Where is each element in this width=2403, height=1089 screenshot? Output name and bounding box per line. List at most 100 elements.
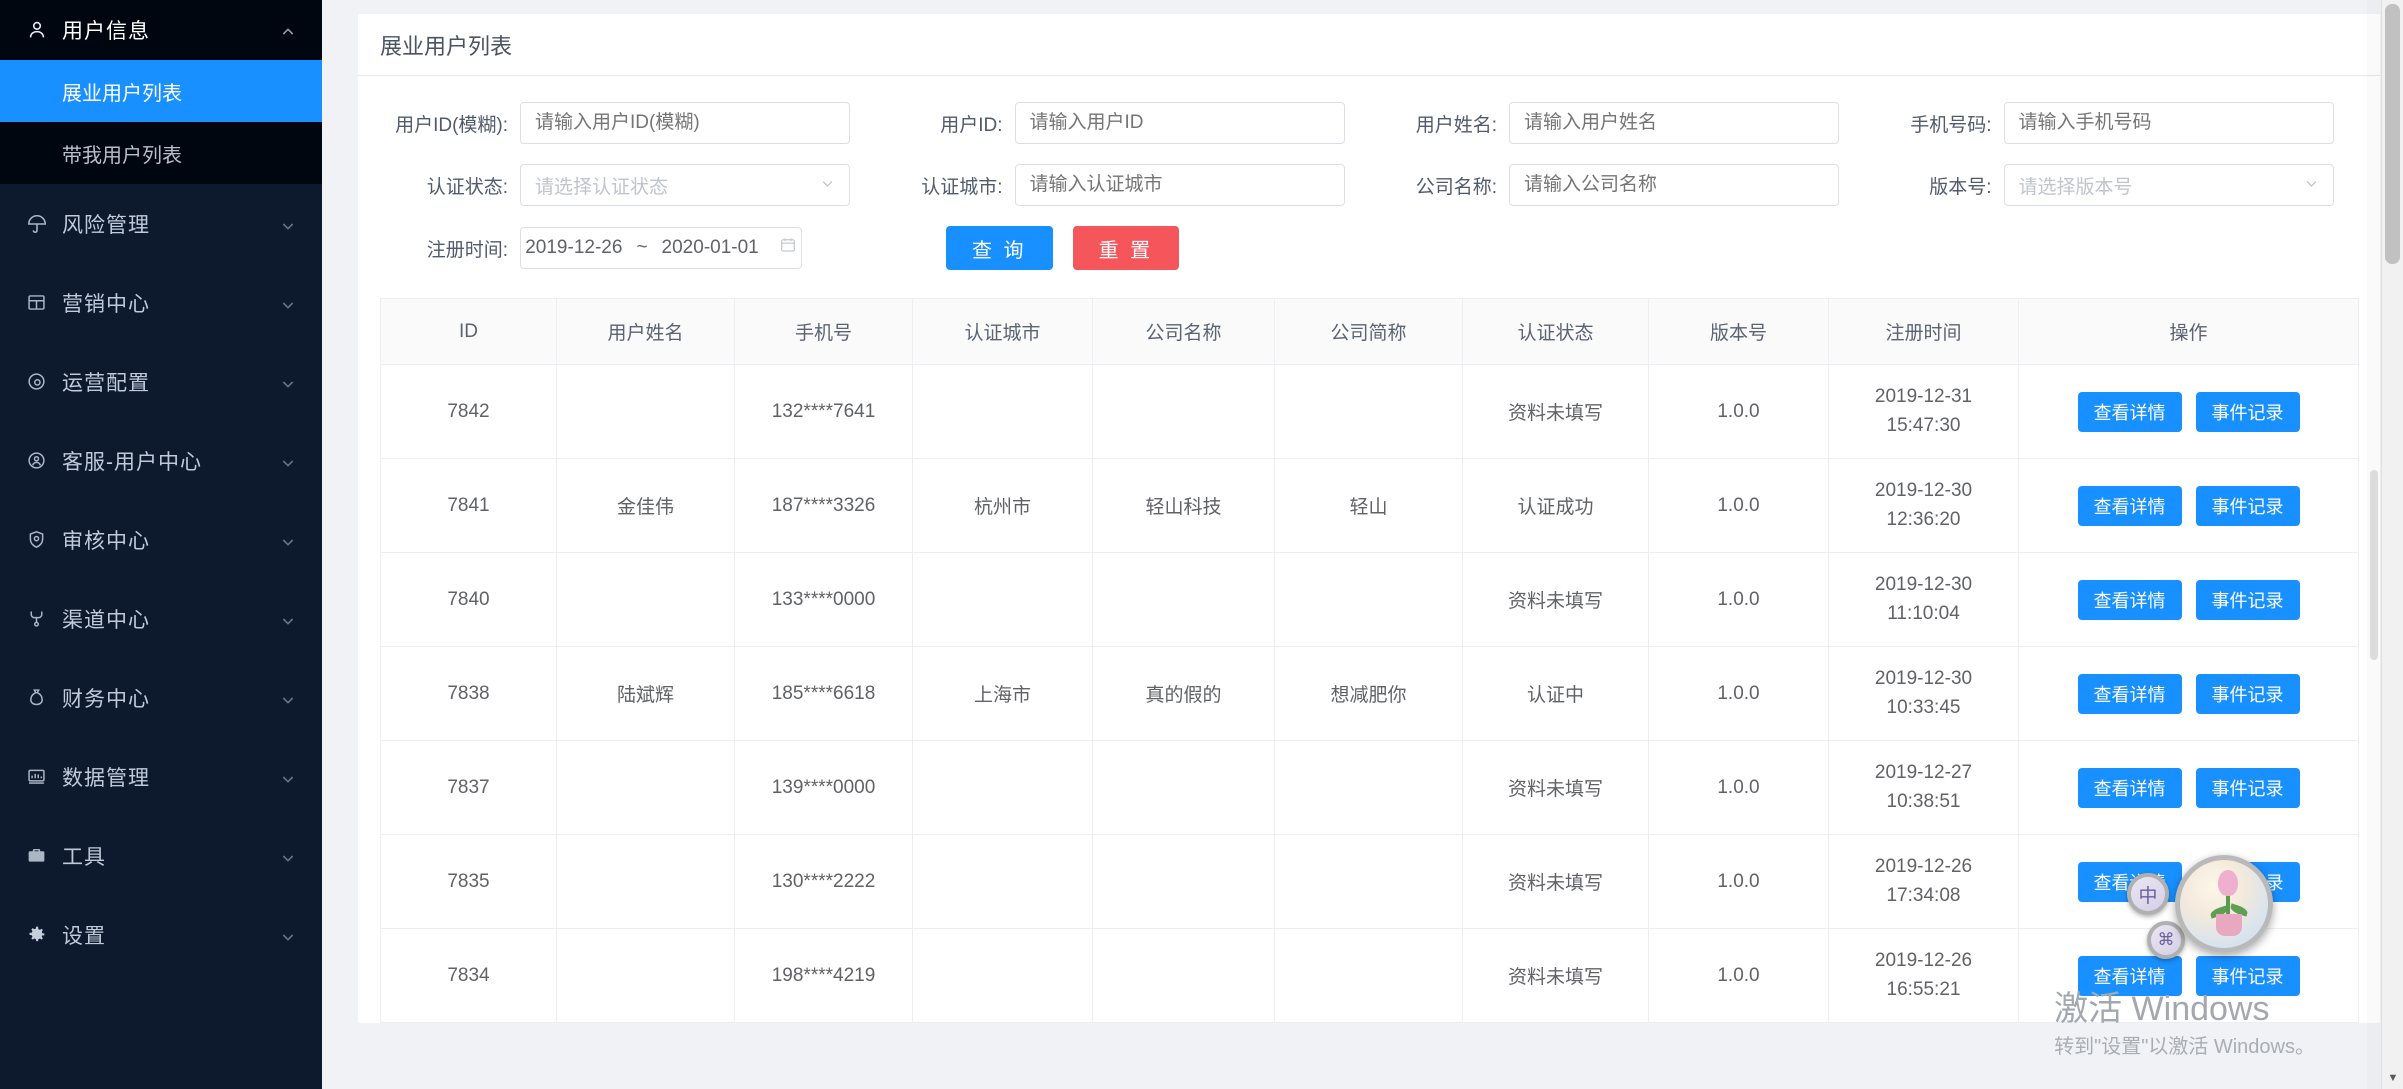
- view-detail-button[interactable]: 查看详情: [2077, 955, 2182, 996]
- sidebar-item-customer-service-user-center[interactable]: 客服-用户中心: [0, 421, 322, 500]
- filter-label: 认证状态:: [426, 176, 508, 198]
- cell-company: [1092, 740, 1275, 835]
- cell-register-time: 2019-12-26 16:55:21: [1828, 928, 2019, 1023]
- register-date: 2019-12-30: [1874, 668, 1973, 689]
- user-id-input[interactable]: [1014, 102, 1345, 144]
- col-auth-city: 认证城市: [912, 298, 1093, 365]
- view-detail-button[interactable]: 查看详情: [2077, 767, 2182, 808]
- chevron-down-icon: [280, 611, 296, 627]
- sidebar-item-label: 渠道中心: [62, 608, 150, 632]
- sidebar-item-audit-center[interactable]: 审核中心: [0, 500, 322, 579]
- page-title-bar: 展业用户列表: [358, 14, 2380, 76]
- cell-register-time: 2019-12-30 12:36:20: [1828, 458, 2019, 553]
- company-name-input[interactable]: [1509, 164, 1839, 206]
- auth-status-select[interactable]: 请选择认证状态: [520, 164, 850, 206]
- cell-auth-status: 资料未填写: [1462, 364, 1649, 459]
- cell-register-time: 2019-12-27 10:38:51: [1828, 740, 2019, 835]
- cell-phone: 187****3326: [734, 458, 913, 553]
- cell-id: 7840: [380, 552, 557, 647]
- table-header-row: ID 用户姓名 手机号 认证城市 公司名称 公司简称 认证状态 版本号 注册时间…: [380, 298, 2359, 365]
- event-records-button[interactable]: 事件记录: [2195, 391, 2300, 432]
- register-time-range-picker[interactable]: 2019-12-26 ~ 2020-01-01: [520, 227, 802, 269]
- sidebar-group-user-info[interactable]: 用户信息: [0, 0, 322, 60]
- register-clock: 12:36:20: [1886, 508, 1961, 530]
- gear-icon: [26, 924, 56, 945]
- ime-avatar-bubble[interactable]: [2175, 855, 2273, 953]
- cell-id: 7838: [380, 646, 557, 741]
- sidebar-item-channel-center[interactable]: 渠道中心: [0, 579, 322, 658]
- event-records-button[interactable]: 事件记录: [2195, 485, 2300, 526]
- date-range-separator: ~: [636, 237, 648, 258]
- cell-auth-city: [912, 834, 1093, 929]
- cell-auth-city: [912, 928, 1093, 1023]
- cell-user-name: [556, 928, 735, 1023]
- reset-button[interactable]: 重 置: [1072, 226, 1180, 270]
- cell-auth-city: 上海市: [912, 646, 1093, 741]
- sidebar-item-settings[interactable]: 设置: [0, 895, 322, 974]
- cell-version: 1.0.0: [1648, 928, 1829, 1023]
- version-select[interactable]: 请选择版本号: [2003, 164, 2334, 206]
- col-id: ID: [380, 298, 557, 365]
- view-detail-button[interactable]: 查看详情: [2077, 485, 2182, 526]
- content-card: 展业用户列表 用户ID(模糊): 用户ID: 用户姓名:: [358, 14, 2380, 1023]
- cell-user-name: 金佳伟: [556, 458, 735, 553]
- chevron-down-icon: [280, 374, 296, 390]
- cell-auth-status: 资料未填写: [1462, 834, 1649, 929]
- sidebar-item-daiwo-user-list[interactable]: 带我用户列表: [0, 122, 322, 184]
- register-date: 2019-12-26: [1874, 856, 1973, 877]
- browser-scrollbar[interactable]: ▲ ▼: [2381, 0, 2403, 1089]
- headset-icon: [26, 450, 56, 471]
- sidebar-item-label: 数据管理: [62, 766, 150, 790]
- main-content: 展业用户列表 用户ID(模糊): 用户ID: 用户姓名:: [322, 0, 2403, 1089]
- sidebar-item-data-management[interactable]: 数据管理: [0, 737, 322, 816]
- floating-ime-widget[interactable]: 中 ⌘: [2127, 855, 2273, 959]
- cell-company-abbr: 轻山: [1274, 458, 1463, 553]
- browser-scrollbar-thumb[interactable]: [2385, 4, 2400, 264]
- query-button[interactable]: 查 询: [946, 226, 1053, 270]
- filter-label: 公司名称:: [1415, 176, 1497, 198]
- sidebar-subitem-label: 带我用户列表: [62, 144, 182, 167]
- cell-auth-city: [912, 364, 1093, 459]
- view-detail-button[interactable]: 查看详情: [2077, 579, 2182, 620]
- content-scrollbar[interactable]: [2367, 0, 2381, 1089]
- sidebar-item-finance-center[interactable]: 财务中心: [0, 658, 322, 737]
- user-name-input[interactable]: [1509, 102, 1839, 144]
- event-records-button[interactable]: 事件记录: [2195, 767, 2300, 808]
- content-scrollbar-thumb[interactable]: [2370, 470, 2378, 660]
- sidebar-item-operation-config[interactable]: 运营配置: [0, 342, 322, 421]
- chevron-down-icon: [280, 453, 296, 469]
- table-body: 7842 132****7641 资料未填写 1.0.0 2019-12-31 15:47…: [380, 364, 2359, 1023]
- sidebar-item-label: 工具: [62, 845, 106, 869]
- ime-language-mode-icon[interactable]: 中: [2127, 873, 2169, 915]
- phone-number-input[interactable]: [2003, 102, 2334, 144]
- auth-city-input[interactable]: [1014, 164, 1345, 206]
- col-phone: 手机号: [734, 298, 913, 365]
- view-detail-button[interactable]: 查看详情: [2077, 673, 2182, 714]
- view-detail-button[interactable]: 查看详情: [2077, 391, 2182, 432]
- col-operations: 操作: [2018, 298, 2359, 365]
- filter-panel: 用户ID(模糊): 用户ID: 用户姓名: 手机号码:: [358, 76, 2380, 298]
- chevron-down-icon: [820, 176, 835, 195]
- scroll-down-arrow-icon[interactable]: ▼: [2382, 1067, 2403, 1089]
- sidebar-item-marketing-center[interactable]: 营销中心: [0, 263, 322, 342]
- cell-phone: 198****4219: [734, 928, 913, 1023]
- cell-auth-status: 资料未填写: [1462, 740, 1649, 835]
- user-id-fuzzy-input[interactable]: [520, 102, 850, 144]
- cell-version: 1.0.0: [1648, 834, 1829, 929]
- sidebar-item-zhanye-user-list[interactable]: 展业用户列表: [0, 60, 322, 122]
- sidebar-item-label: 审核中心: [62, 529, 150, 553]
- cell-user-name: [556, 364, 735, 459]
- event-records-button[interactable]: 事件记录: [2195, 673, 2300, 714]
- cell-company: [1092, 834, 1275, 929]
- event-records-button[interactable]: 事件记录: [2195, 579, 2300, 620]
- cell-user-name: 陆斌辉: [556, 646, 735, 741]
- register-date: 2019-12-30: [1874, 480, 1973, 501]
- cell-phone: 132****7641: [734, 364, 913, 459]
- ime-toolbox-icon[interactable]: ⌘: [2147, 921, 2185, 959]
- sidebar-item-tools[interactable]: 工具: [0, 816, 322, 895]
- event-records-button[interactable]: 事件记录: [2195, 955, 2300, 996]
- sidebar-item-risk-management[interactable]: 风险管理: [0, 184, 322, 263]
- cell-company: [1092, 364, 1275, 459]
- cell-operations: 查看详情事件记录: [2018, 458, 2359, 553]
- register-clock: 11:10:04: [1887, 602, 1960, 624]
